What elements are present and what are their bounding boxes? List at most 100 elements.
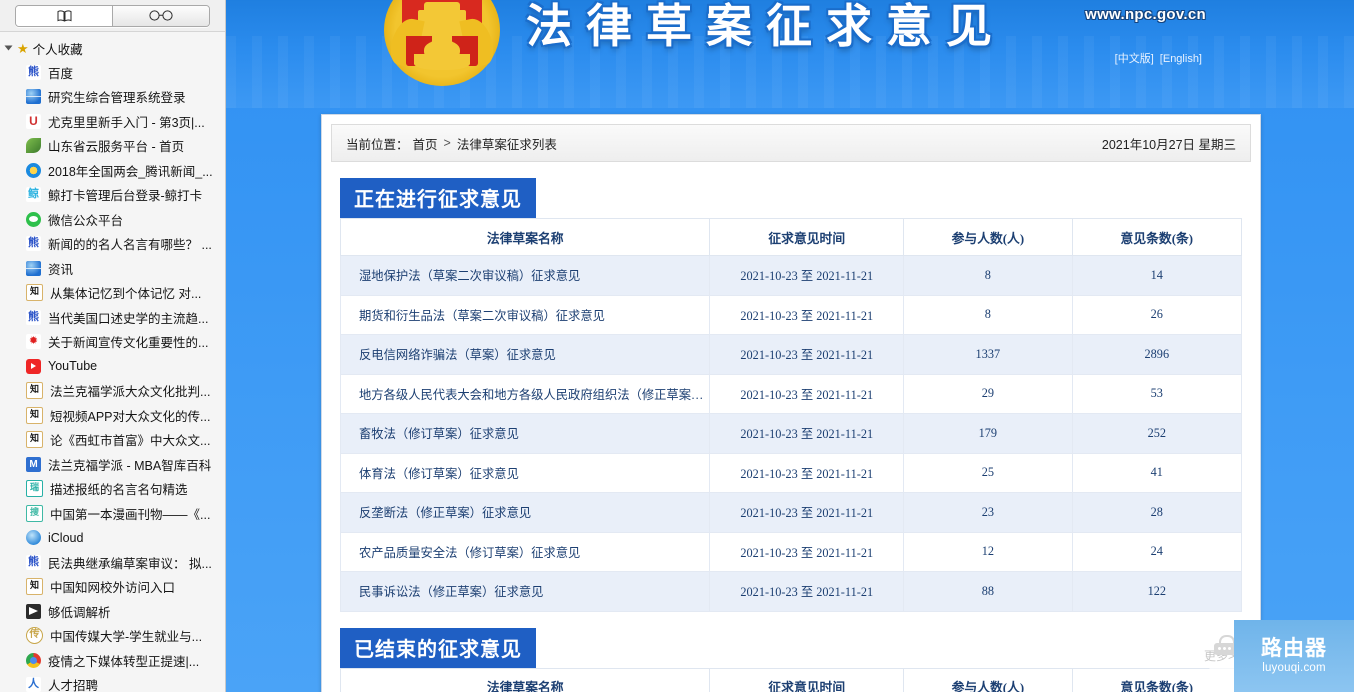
globe-icon [26,89,41,105]
bookmark-item[interactable]: YouTube [0,354,225,379]
bookmark-item[interactable]: 微信公众平台 [0,207,225,232]
table-row[interactable]: 期货和衍生品法（草案二次审议稿）征求意见 2021-10-23 至 2021-11… [339,294,1243,335]
bookmark-item[interactable]: 知论《西虹市首富》中大众文... [0,428,225,453]
table-row[interactable]: 畜牧法（修订草案）征求意见 2021-10-23 至 2021-11-21 179 2… [339,413,1243,454]
star-icon: ★ [17,40,29,56]
tencent-news-icon [26,162,41,178]
letter-u-icon: U [26,113,41,129]
bookmark-label: 描述报纸的名言名句精选 [50,483,188,498]
table-row[interactable]: 体育法（修订草案）征求意见 2021-10-23 至 2021-11-21 25 41 [339,452,1243,493]
bookmark-item[interactable]: ✹ 关于新闻宣传文化重要性的... [0,330,225,355]
breadcrumb-separator: > [443,136,451,150]
draft-name-link[interactable]: 湿地保护法（草案二次审议稿）征求意见 [339,255,711,296]
bookmark-item[interactable]: 熊百度 [0,60,225,85]
bookmark-label: 法兰克福学派 - MBA智库百科 [48,458,212,473]
bookmark-item[interactable]: 熊当代美国口述史学的主流趋... [0,305,225,330]
bookmarks-tab[interactable] [16,5,112,26]
youtube-icon [26,358,41,374]
col-draft-name: 法律草案名称 [339,218,711,256]
lang-english-link[interactable]: [English] [1160,53,1202,65]
bookmark-item[interactable]: 疫情之下媒体转型正提速|... [0,648,225,673]
bookmark-item[interactable]: 2018年全国两会_腾讯新闻_... [0,158,225,183]
bookmark-item[interactable]: 知短视频APP对大众文化的传... [0,403,225,428]
draft-participants: 8 [903,255,1073,296]
bookmark-item[interactable]: 资讯 [0,256,225,281]
language-links[interactable]: [中文版] [English] [1115,50,1202,66]
table-row[interactable]: 反垄断法（修正草案）征求意见 2021-10-23 至 2021-11-21 23 2… [339,492,1243,533]
reading-list-tab[interactable] [112,5,209,26]
rui-icon: 瑞 [26,480,43,498]
draft-period: 2021-10-23 至 2021-11-21 [709,255,905,296]
bookmark-label: YouTube [48,359,98,374]
baidu-paw-icon: 熊 [26,64,41,80]
bookmark-label: 新闻的的名人名言有哪些？ ... [48,238,212,253]
table-row[interactable]: 反电信网络诈骗法（草案）征求意见 2021-10-23 至 2021-11-21 1… [339,334,1243,375]
bookmark-item[interactable]: 熊新闻的的名人名言有哪些？ ... [0,232,225,257]
draft-name-link[interactable]: 反垄断法（修正草案）征求意见 [339,492,711,533]
bookmark-item[interactable]: 搜中国第一本漫画刊物——《... [0,501,225,526]
bookmark-label: 研究生综合管理系统登录 [48,91,186,106]
bookmark-item[interactable]: 瑞描述报纸的名言名句精选 [0,477,225,502]
cnki-icon: 知 [26,578,43,596]
draft-name-link[interactable]: 反电信网络诈骗法（草案）征求意见 [339,334,711,375]
bookmark-item[interactable]: 知中国知网校外访问入口 [0,575,225,600]
bookmark-item[interactable]: 知从集体记忆到个体记忆 对... [0,281,225,306]
col-draft-name: 法律草案名称 [339,667,711,692]
mba-lib-icon: M [26,456,41,472]
bookmark-label: 尤克里里新手入门 - 第3页|... [48,115,205,130]
whale-icon: 鲸 [26,187,41,203]
draft-period: 2021-10-23 至 2021-11-21 [709,531,905,572]
disclosure-triangle-icon[interactable] [4,45,13,51]
watermark-cn-text: 路由器 [1261,637,1327,661]
leaf-icon [26,138,41,154]
bookmark-item[interactable]: M 法兰克福学派 - MBA智库百科 [0,452,225,477]
glasses-icon [149,10,173,21]
cnki-icon: 知 [26,406,43,424]
bookmark-label: 山东省云服务平台 - 首页 [48,140,185,155]
draft-opinions: 14 [1071,255,1243,296]
bookmark-label: 当代美国口述史学的主流趋... [48,311,209,326]
bookmark-item[interactable]: 传中国传媒大学-学生就业与... [0,624,225,649]
draft-period: 2021-10-23 至 2021-11-21 [709,294,905,335]
bookmark-item[interactable]: 熊民法典继承编草案审议： 拟... [0,550,225,575]
draft-name-link[interactable]: 畜牧法（修订草案）征求意见 [339,413,711,454]
table-row[interactable]: 民事诉讼法（修正草案）征求意见 2021-10-23 至 2021-11-21 88… [339,571,1243,612]
ongoing-drafts-table: 法律草案名称 征求意见时间 参与人数(人) 意见条数(条) 湿地保护法（草案二次… [339,218,1243,612]
site-url-text: www.npc.gov.cn [1085,6,1206,23]
draft-name-link[interactable]: 体育法（修订草案）征求意见 [339,452,711,493]
col-participants: 参与人数(人) [903,667,1073,692]
bookmark-item[interactable]: 山东省云服务平台 - 首页 [0,134,225,159]
lang-chinese-link[interactable]: [中文版] [1115,53,1154,65]
breadcrumb-home-link[interactable]: 首页 [413,134,438,153]
draft-name-link[interactable]: 期货和衍生品法（草案二次审议稿）征求意见 [339,294,711,335]
sidebar-toolbar [0,0,225,32]
draft-name-link[interactable]: 民事诉讼法（修正草案）征求意见 [339,571,711,612]
bookmark-item[interactable]: 研究生综合管理系统登录 [0,85,225,110]
draft-period: 2021-10-23 至 2021-11-21 [709,413,905,454]
bookmark-item[interactable]: iCloud [0,526,225,551]
cnki-icon: 知 [26,382,43,400]
table-row[interactable]: 农产品质量安全法（修订草案）征求意见 2021-10-23 至 2021-11-2… [339,531,1243,572]
book-icon [57,9,71,22]
col-participants: 参与人数(人) [903,218,1073,256]
breadcrumb-current: 法律草案征求列表 [456,137,557,152]
bookmarks-folder-personal[interactable]: ★ 个人收藏 [0,36,225,60]
section-finished-header: 已结束的征求意见 更多>> [340,627,1242,668]
table-row[interactable]: 地方各级人民代表大会和地方各级人民政府组织法（修正草案）征求意见2021-10-… [339,373,1243,414]
draft-opinions: 41 [1071,452,1243,493]
sohu-icon: 搜 [26,504,43,522]
sidebar-segmented-control[interactable] [15,4,210,27]
draft-name-link[interactable]: 地方各级人民代表大会和地方各级人民政府组织法（修正草案）征求意见 [339,373,711,414]
draft-period: 2021-10-23 至 2021-11-21 [709,334,905,375]
bookmark-item[interactable]: 知法兰克福学派大众文化批判... [0,379,225,404]
bookmark-label: 疫情之下媒体转型正提速|... [48,654,200,669]
bookmark-item[interactable]: U 尤克里里新手入门 - 第3页|... [0,109,225,134]
draft-name-link[interactable]: 农产品质量安全法（修订草案）征求意见 [339,531,711,572]
bookmark-item[interactable]: 人人才招聘 [0,673,225,692]
table-row[interactable]: 湿地保护法（草案二次审议稿）征求意见 2021-10-23 至 2021-11-2… [339,255,1243,296]
bookmark-item[interactable]: 鲸鲸打卡管理后台登录-鲸打卡 [0,183,225,208]
section-ongoing-header: 正在进行征求意见 [340,178,1242,218]
bookmark-item[interactable]: 够低调解析 [0,599,225,624]
bookmarks-list[interactable]: ★ 个人收藏 熊百度研究生综合管理系统登录 U 尤克里里新手入门 - 第3页|...… [0,32,225,692]
navigation-arrow-icon [26,603,41,619]
